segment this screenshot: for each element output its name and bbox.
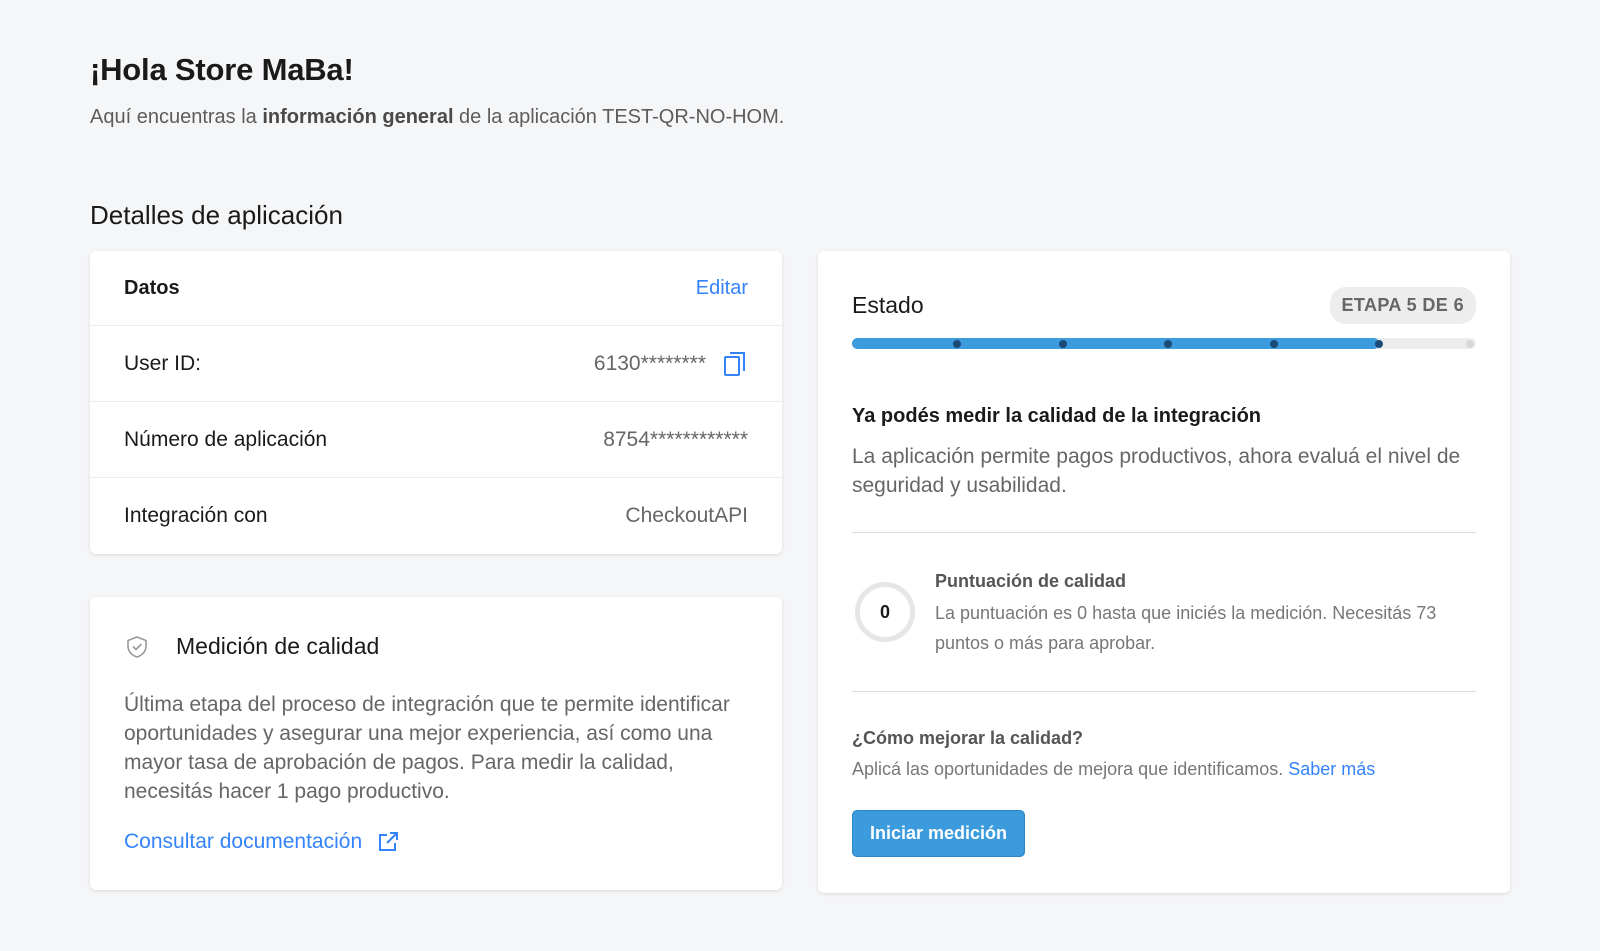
datos-header: Datos Editar [90, 251, 782, 326]
quality-score-section: 0 Puntuación de calidad La puntuación es… [852, 533, 1476, 691]
stage-badge: ETAPA 5 DE 6 [1329, 287, 1476, 324]
stage-dot [1058, 339, 1067, 348]
edit-link[interactable]: Editar [696, 277, 748, 300]
subtitle-pre: Aquí encuentras la [90, 106, 263, 128]
estado-card: Estado ETAPA 5 DE 6 Ya podés medir la ca… [818, 251, 1510, 893]
integration-row: Integración con CheckoutAPI [90, 478, 782, 554]
medicion-text: Última etapa del proceso de integración … [124, 693, 730, 803]
datos-title: Datos [124, 276, 180, 299]
stage-progress-fill [852, 338, 1380, 349]
score-description: La puntuación es 0 hasta que iniciés la … [935, 603, 1437, 653]
external-link-icon[interactable] [376, 830, 400, 854]
stage-dot [953, 339, 962, 348]
app-number-label: Número de aplicación [124, 427, 328, 451]
app-number-value: 8754************ [603, 427, 748, 451]
estado-header: Estado ETAPA 5 DE 6 [852, 287, 1476, 324]
user-id-value-wrap: 6130******** [594, 350, 748, 378]
score-text: Puntuación de calidad La puntuación es 0… [935, 571, 1465, 658]
stage-dot [1164, 339, 1173, 348]
copy-icon[interactable] [722, 350, 748, 378]
stage-dot [1465, 339, 1474, 348]
user-id-value: 6130******** [593, 351, 706, 375]
improve-text: Aplicá las oportunidades de mejora que i… [852, 759, 1289, 779]
user-id-label: User ID: [124, 351, 202, 375]
documentation-link[interactable]: Consultar documentación [124, 830, 748, 854]
medicion-card: Medición de calidad Última etapa del pro… [90, 597, 782, 890]
integration-label: Integración con [124, 504, 268, 527]
documentation-link-label[interactable]: Consultar documentación [124, 830, 362, 854]
learn-more-link[interactable]: Saber más [1288, 759, 1375, 779]
app-number-row: Número de aplicación 8754************ [90, 402, 782, 478]
section-title: Detalles de aplicación [90, 200, 343, 230]
stage-dot [1269, 339, 1278, 348]
stage-dot [1375, 339, 1384, 348]
improve-title: ¿Cómo mejorar la calidad? [852, 728, 1084, 748]
score-title: Puntuación de calidad [935, 571, 1127, 591]
estado-heading: Ya podés medir la calidad de la integrac… [852, 405, 1262, 427]
estado-title: Estado [852, 292, 924, 318]
medicion-title: Medición de calidad [176, 633, 380, 659]
subtitle-post: de la aplicación TEST-QR-NO-HOM. [453, 106, 785, 128]
shield-check-icon [124, 634, 150, 660]
medicion-header: Medición de calidad [124, 633, 748, 660]
stage-progress-bar [852, 338, 1476, 349]
subtitle-bold: información general [262, 106, 454, 128]
page-subtitle: Aquí encuentras la información general d… [90, 106, 784, 129]
integration-value: CheckoutAPI [625, 504, 748, 527]
estado-description: La aplicación permite pagos productivos,… [852, 445, 1461, 497]
score-ring: 0 [855, 582, 915, 642]
page-greeting: ¡Hola Store MaBa! [90, 52, 354, 87]
user-id-row: User ID: 6130******** [90, 326, 782, 402]
improve-description: Aplicá las oportunidades de mejora que i… [852, 759, 1476, 780]
improve-section: ¿Cómo mejorar la calidad? Aplicá las opo… [852, 692, 1476, 857]
datos-card: Datos Editar User ID: 6130******** Númer… [90, 251, 782, 554]
start-measurement-button[interactable]: Iniciar medición [852, 810, 1026, 857]
